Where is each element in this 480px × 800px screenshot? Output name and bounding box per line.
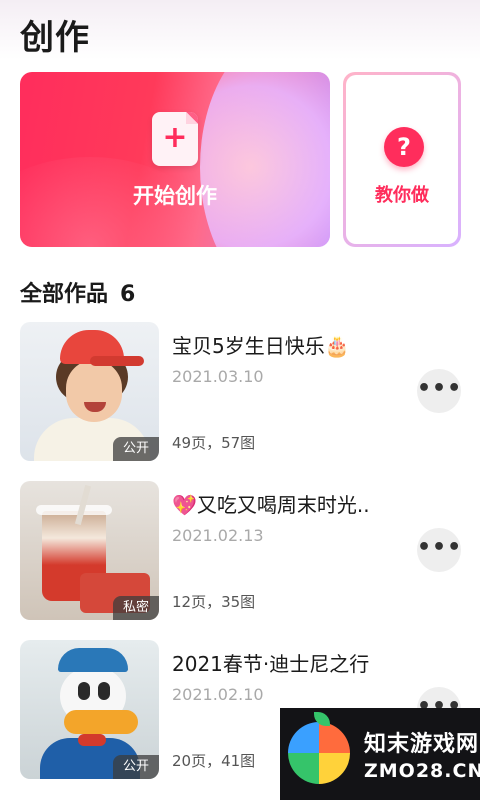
photo-shape — [98, 682, 110, 700]
work-page-count: 49页，57图 — [172, 434, 256, 452]
work-title: 宝贝5岁生日快乐🎂 — [172, 334, 350, 358]
visibility-badge: 公开 — [113, 437, 159, 461]
work-item[interactable]: 公开 宝贝5岁生日快乐🎂 2021.03.10 49页，57图 ••• — [20, 322, 461, 462]
visibility-badge: 公开 — [113, 755, 159, 779]
photo-shape — [90, 356, 144, 366]
question-icon: ? — [384, 127, 424, 167]
work-date: 2021.02.13 — [172, 526, 264, 545]
start-create-card[interactable]: + 开始创作 — [20, 72, 330, 247]
photo-shape — [78, 734, 106, 746]
work-page-count: 12页，35图 — [172, 593, 256, 611]
work-title: 2021春节·迪士尼之行 — [172, 652, 370, 676]
add-document-icon: + — [152, 112, 198, 166]
work-thumbnail[interactable]: 公开 — [20, 322, 159, 461]
work-thumbnail[interactable]: 公开 — [20, 640, 159, 779]
works-count: 6 — [120, 282, 136, 307]
tutorial-card[interactable]: ? 教你做 — [343, 72, 461, 247]
photo-shape — [36, 505, 112, 515]
plus-icon: + — [162, 120, 188, 155]
all-works-label: 全部作品 — [20, 282, 109, 307]
watermark-text: 知末游戏网 — [364, 732, 480, 757]
tutorial-card-inner: ? 教你做 — [346, 75, 458, 244]
apple-logo-icon — [288, 722, 350, 784]
photo-shape — [58, 648, 128, 672]
work-date: 2021.03.10 — [172, 367, 264, 386]
work-page-count: 20页，41图 — [172, 752, 256, 770]
work-title: 💖又吃又喝周末时光.. — [172, 493, 370, 517]
work-date: 2021.02.10 — [172, 685, 264, 704]
tutorial-label: 教你做 — [375, 185, 429, 206]
photo-shape — [78, 682, 90, 700]
work-item[interactable]: 私密 💖又吃又喝周末时光.. 2021.02.13 12页，35图 ••• — [20, 481, 461, 621]
work-thumbnail[interactable]: 私密 — [20, 481, 159, 620]
card-decoration — [200, 72, 330, 247]
photo-shape — [66, 360, 122, 422]
watermark: 知末游戏网 ZMO28.CN — [280, 708, 480, 800]
photo-shape — [64, 710, 138, 734]
watermark-domain: ZMO28.CN — [364, 760, 480, 782]
more-options-button[interactable]: ••• — [417, 528, 461, 572]
visibility-badge: 私密 — [113, 596, 159, 620]
page-title: 创作 — [20, 18, 90, 58]
all-works-header: 全部作品 6 — [20, 276, 147, 308]
start-create-label: 开始创作 — [133, 184, 217, 208]
more-options-button[interactable]: ••• — [417, 369, 461, 413]
